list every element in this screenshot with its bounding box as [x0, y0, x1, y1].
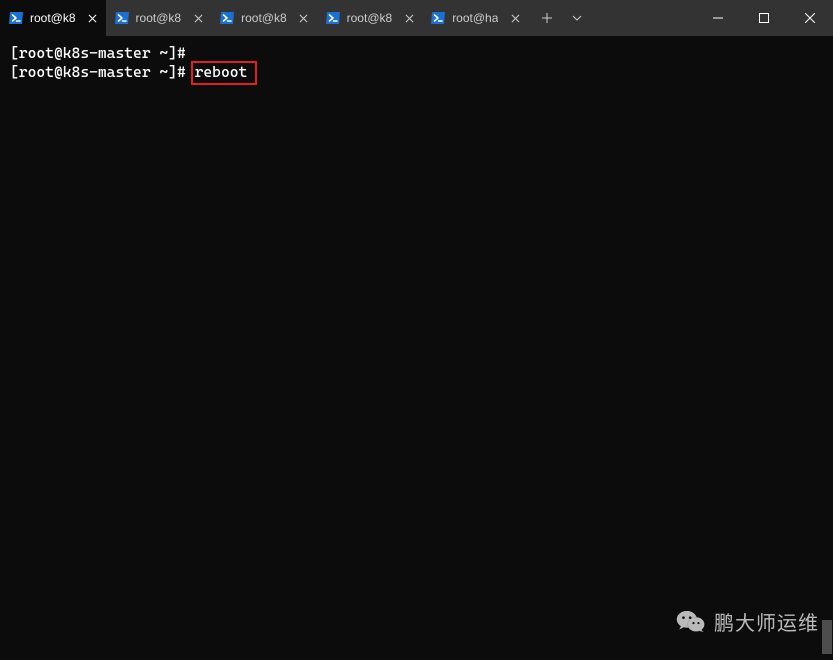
powershell-icon [114, 10, 130, 26]
titlebar-drag-region[interactable] [596, 0, 695, 36]
tab-close-button[interactable] [189, 9, 207, 27]
minimize-button[interactable] [695, 0, 741, 36]
tab-label: root@ha [452, 12, 498, 24]
window-controls [695, 0, 833, 36]
tab-1[interactable]: root@k8 [106, 0, 212, 36]
tab-strip: root@k8 root@k8 root@k8 root@k8 root@ha [0, 0, 528, 36]
terminal-window: root@k8 root@k8 root@k8 root@k8 root@ha [0, 0, 833, 660]
tab-4[interactable]: root@ha [422, 0, 528, 36]
powershell-icon [219, 10, 235, 26]
tab-actions [528, 0, 596, 36]
scrollbar-thumb[interactable] [822, 620, 832, 654]
powershell-icon [430, 10, 446, 26]
shell-command: reboot [195, 63, 248, 81]
powershell-icon [8, 10, 24, 26]
new-tab-button[interactable] [532, 3, 562, 33]
terminal-line: [root@k8s-master ~]# [10, 44, 823, 63]
maximize-button[interactable] [741, 0, 787, 36]
tab-close-button[interactable] [84, 9, 102, 27]
tab-close-button[interactable] [506, 9, 524, 27]
shell-prompt: [root@k8s-master ~]# [10, 44, 186, 62]
tab-label: root@k8 [241, 12, 287, 24]
titlebar: root@k8 root@k8 root@k8 root@k8 root@ha [0, 0, 833, 36]
terminal-viewport[interactable]: [root@k8s-master ~]#[root@k8s-master ~]#… [0, 36, 833, 660]
tab-close-button[interactable] [295, 9, 313, 27]
terminal-line: [root@k8s-master ~]# reboot [10, 63, 823, 82]
close-window-button[interactable] [787, 0, 833, 36]
powershell-icon [325, 10, 341, 26]
tab-3[interactable]: root@k8 [317, 0, 423, 36]
vertical-scrollbar[interactable] [821, 36, 833, 656]
tab-label: root@k8 [136, 12, 182, 24]
tab-label: root@k8 [30, 12, 76, 24]
tab-2[interactable]: root@k8 [211, 0, 317, 36]
shell-prompt: [root@k8s-master ~]# [10, 63, 186, 81]
tab-close-button[interactable] [400, 9, 418, 27]
tab-label: root@k8 [347, 12, 393, 24]
tab-0[interactable]: root@k8 [0, 0, 106, 36]
tab-dropdown-button[interactable] [562, 3, 592, 33]
